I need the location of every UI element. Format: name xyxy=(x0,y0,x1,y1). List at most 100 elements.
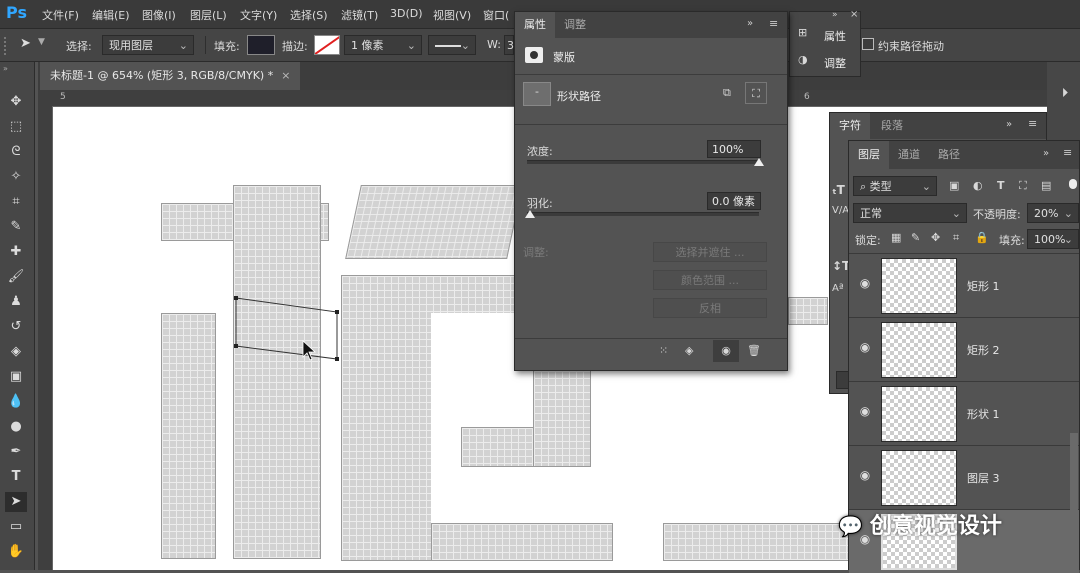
collapse-icon[interactable]: » xyxy=(832,10,838,20)
properties-icon[interactable]: ⊞ xyxy=(798,26,807,39)
menu-select[interactable]: 选择(S) xyxy=(290,7,328,23)
layer-name[interactable]: 图层 3 xyxy=(967,470,1000,486)
type-filter-icon[interactable]: T xyxy=(997,179,1005,192)
hand-tool-icon[interactable]: ✋ xyxy=(5,542,27,562)
stroke-swatch[interactable] xyxy=(314,35,340,55)
menu-type[interactable]: 文字(Y) xyxy=(240,7,277,23)
layer-name[interactable]: 矩形 2 xyxy=(967,342,1000,358)
brush-tool-icon[interactable]: 🖌 xyxy=(5,267,27,287)
load-selection-icon[interactable]: ⁙ xyxy=(659,344,668,357)
dodge-tool-icon[interactable]: ● xyxy=(5,417,27,437)
tab-channels[interactable]: 通道 xyxy=(889,141,929,169)
density-slider-handle[interactable] xyxy=(754,158,764,166)
density-slider[interactable] xyxy=(527,160,759,164)
lock-artboard-icon[interactable]: ⌗ xyxy=(953,231,959,245)
menu-layer[interactable]: 图层(L) xyxy=(190,7,227,23)
lock-all-icon[interactable]: 🔒 xyxy=(975,231,989,244)
fill-swatch[interactable] xyxy=(247,35,275,55)
menu-filter[interactable]: 滤镜(T) xyxy=(341,7,378,23)
history-icon[interactable]: ⏵ xyxy=(1056,86,1074,101)
blend-mode-dropdown[interactable]: 正常 ⌄ xyxy=(853,203,967,223)
menu-image[interactable]: 图像(I) xyxy=(142,7,176,23)
marquee-tool-icon[interactable]: ⬚ xyxy=(5,117,27,137)
eyedropper-tool-icon[interactable]: ✎ xyxy=(5,217,27,237)
opacity-input[interactable]: 20% ⌄ xyxy=(1027,203,1079,223)
menu-edit[interactable]: 编辑(E) xyxy=(92,7,130,23)
collapse-icon[interactable]: » xyxy=(3,64,8,73)
constrain-checkbox[interactable] xyxy=(862,38,874,50)
layer-filter-dropdown[interactable]: ⌕ 类型 ⌄ xyxy=(853,176,937,196)
smart-object-filter-icon[interactable]: ▤ xyxy=(1041,179,1051,192)
menu-window[interactable]: 窗口( xyxy=(483,7,509,23)
move-tool-icon[interactable]: ✥ xyxy=(5,92,27,112)
tab-character[interactable]: 字符 xyxy=(830,113,870,139)
color-range-button[interactable]: 颜色范围 ... xyxy=(653,270,767,290)
menu-3d[interactable]: 3D(D) xyxy=(390,7,423,20)
lock-position-icon[interactable]: ✥ xyxy=(931,231,940,244)
density-input[interactable]: 100% xyxy=(707,140,761,158)
gradient-tool-icon[interactable]: ▣ xyxy=(5,367,27,387)
type-tool-icon[interactable]: T xyxy=(5,467,27,487)
shape-filter-icon[interactable]: ⛶ xyxy=(1019,179,1027,193)
rectangle-tool-icon[interactable]: ▭ xyxy=(5,517,27,537)
tab-properties[interactable]: 属性 xyxy=(515,12,555,38)
mini-properties-label[interactable]: 属性 xyxy=(824,28,846,44)
vector-mask-icon[interactable]: ⛶ xyxy=(745,82,767,104)
mini-adjustments-label[interactable]: 调整 xyxy=(824,55,846,71)
eye-icon[interactable]: ◉ xyxy=(857,404,873,418)
vector-mask-thumbnail[interactable]: - xyxy=(523,82,551,106)
tab-adjustments[interactable]: 调整 xyxy=(555,12,595,38)
adjustments-icon[interactable]: ◑ xyxy=(798,53,808,66)
stroke-style-dropdown[interactable]: ⌄ xyxy=(428,35,476,55)
fill-input[interactable]: 100% ⌄ xyxy=(1027,229,1079,249)
eye-icon[interactable]: ◉ xyxy=(857,468,873,482)
feather-slider-handle[interactable] xyxy=(525,210,535,218)
add-mask-icon[interactable]: ⧉ xyxy=(723,86,731,100)
layer-row[interactable]: ◉ 矩形 1 xyxy=(849,253,1079,317)
select-dropdown[interactable]: 现用图层 ⌄ xyxy=(102,35,194,55)
close-icon[interactable]: × xyxy=(281,69,290,82)
tab-paragraph[interactable]: 段落 xyxy=(872,113,912,139)
select-and-mask-button[interactable]: 选择并遮住 ... xyxy=(653,242,767,262)
invert-button[interactable]: 反相 xyxy=(653,298,767,318)
layer-row[interactable]: ◉ 形状 1 xyxy=(849,381,1079,445)
scrollbar[interactable] xyxy=(1070,433,1078,563)
lock-transparency-icon[interactable]: ▦ xyxy=(891,231,901,244)
panel-menu-icon[interactable]: ≡ xyxy=(1028,117,1037,130)
tab-layers[interactable]: 图层 xyxy=(849,141,889,169)
path-select-tool-icon[interactable]: ➤ xyxy=(20,36,31,51)
menu-file[interactable]: 文件(F) xyxy=(42,7,79,23)
eye-icon[interactable]: ◉ xyxy=(857,340,873,354)
stroke-width-dropdown[interactable]: 1 像素 ⌄ xyxy=(344,35,422,55)
magic-wand-tool-icon[interactable]: ✧ xyxy=(5,167,27,187)
layer-row[interactable]: ◉ 图层 3 xyxy=(849,445,1079,509)
lock-pixels-icon[interactable]: ✎ xyxy=(911,231,920,244)
layer-row[interactable]: ◉ 矩形 2 xyxy=(849,317,1079,381)
tab-paths[interactable]: 路径 xyxy=(929,141,969,169)
layer-name[interactable]: 矩形 1 xyxy=(967,278,1000,294)
pixel-filter-icon[interactable]: ▣ xyxy=(949,179,959,192)
feather-input[interactable]: 0.0 像素 xyxy=(707,192,761,210)
feather-slider[interactable] xyxy=(527,212,759,216)
healing-brush-tool-icon[interactable]: ✚ xyxy=(5,242,27,262)
pen-tool-icon[interactable]: ✒ xyxy=(5,442,27,462)
expand-icon[interactable]: » xyxy=(1043,148,1049,159)
stamp-tool-icon[interactable]: ♟ xyxy=(5,292,27,312)
path-selection-tool-icon[interactable]: ➤ xyxy=(5,492,27,512)
expand-icon[interactable]: » xyxy=(747,18,753,29)
eye-icon[interactable]: ◉ xyxy=(713,340,739,362)
panel-menu-icon[interactable]: ≡ xyxy=(769,17,778,30)
eraser-tool-icon[interactable]: ◈ xyxy=(5,342,27,362)
lasso-tool-icon[interactable]: ᘓ xyxy=(5,142,27,162)
blur-tool-icon[interactable]: 💧 xyxy=(5,392,27,412)
chevron-down-icon[interactable]: ▼ xyxy=(38,37,45,47)
apply-mask-icon[interactable]: ◈ xyxy=(685,344,693,357)
adjustment-filter-icon[interactable]: ◐ xyxy=(973,179,983,192)
expand-icon[interactable]: » xyxy=(1006,119,1012,130)
trash-icon[interactable]: 🗑 xyxy=(747,344,761,357)
history-brush-tool-icon[interactable]: ↺ xyxy=(5,317,27,337)
filter-toggle[interactable] xyxy=(1069,179,1077,189)
menu-view[interactable]: 视图(V) xyxy=(433,7,471,23)
width-input[interactable]: 3 xyxy=(504,35,514,55)
panel-menu-icon[interactable]: ≡ xyxy=(1063,146,1072,159)
